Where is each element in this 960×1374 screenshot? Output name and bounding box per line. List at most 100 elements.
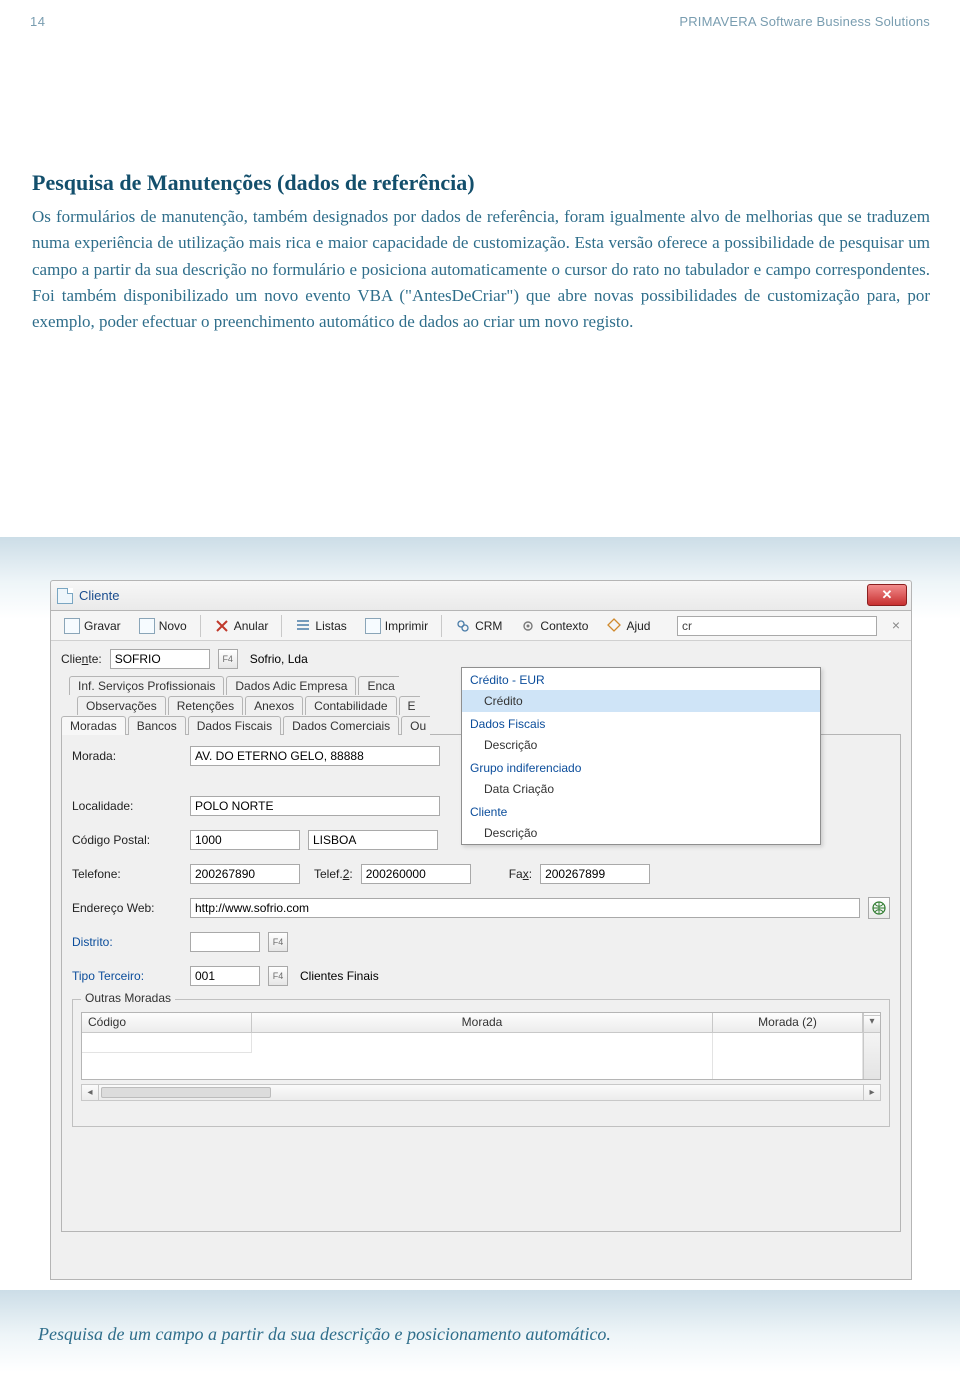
- suggest-group: Grupo indiferenciado: [462, 756, 820, 778]
- crm-button[interactable]: CRM: [448, 615, 509, 637]
- codigo-postal-input[interactable]: [190, 830, 300, 850]
- search-clear-button[interactable]: ×: [887, 617, 905, 635]
- btn-label: Ajud: [626, 619, 650, 633]
- document-icon: [57, 588, 73, 604]
- tab-moradas[interactable]: Moradas: [61, 716, 126, 735]
- telefone-input[interactable]: [190, 864, 300, 884]
- tab-inf-servicos[interactable]: Inf. Serviços Profissionais: [69, 676, 224, 695]
- localidade-label: Localidade:: [72, 799, 182, 813]
- codigo-postal-label: Código Postal:: [72, 833, 182, 847]
- suggest-group: Cliente: [462, 800, 820, 822]
- telefone2-input[interactable]: [361, 864, 471, 884]
- grid-vscroll[interactable]: ▴ ▾: [863, 1013, 880, 1032]
- tab-ou[interactable]: Ou: [401, 716, 430, 735]
- window-title: Cliente: [79, 588, 119, 603]
- tab-bancos[interactable]: Bancos: [128, 716, 186, 735]
- new-icon: [139, 618, 155, 634]
- scroll-down-icon[interactable]: ▾: [864, 1015, 880, 1032]
- fax-input[interactable]: [540, 864, 650, 884]
- scroll-thumb[interactable]: [101, 1087, 271, 1098]
- save-icon: [64, 618, 80, 634]
- page-number: 14: [30, 14, 45, 29]
- ajuda-button[interactable]: Ajud: [599, 615, 657, 637]
- morada-label: Morada:: [72, 749, 182, 763]
- scroll-left-icon[interactable]: ◂: [82, 1085, 99, 1100]
- col-codigo[interactable]: Código: [82, 1013, 252, 1032]
- grid-vscroll-body[interactable]: [863, 1033, 880, 1079]
- fax-label: Fax:: [509, 867, 532, 881]
- suggest-item-descricao-fiscais[interactable]: Descrição: [462, 734, 820, 756]
- close-button[interactable]: ✕: [867, 584, 907, 606]
- cell-codigo[interactable]: [82, 1033, 252, 1053]
- col-morada2[interactable]: Morada (2): [713, 1013, 863, 1032]
- article: Pesquisa de Manutenções (dados de referê…: [32, 170, 930, 336]
- article-heading: Pesquisa de Manutenções (dados de referê…: [32, 170, 930, 196]
- tab-e[interactable]: E: [399, 696, 420, 715]
- cliente-label: Cliente:: [61, 652, 102, 666]
- window-body: Gravar Novo Anular Listas: [50, 610, 912, 1280]
- tipo-terceiro-label[interactable]: Tipo Terceiro:: [72, 969, 182, 983]
- gravar-button[interactable]: Gravar: [57, 615, 128, 637]
- outras-moradas-legend: Outras Moradas: [81, 991, 175, 1005]
- tab-enca[interactable]: Enca: [358, 676, 398, 695]
- distrito-input[interactable]: [190, 932, 260, 952]
- tab-anexos[interactable]: Anexos: [245, 696, 303, 715]
- separator: [281, 615, 282, 637]
- grid-header: Código Morada Morada (2) ▴ ▾: [82, 1013, 880, 1033]
- list-icon: [295, 618, 311, 634]
- search-suggestions: Crédito - EUR Crédito Dados Fiscais Desc…: [461, 667, 821, 845]
- suggest-item-descricao-cliente[interactable]: Descrição: [462, 822, 820, 844]
- contexto-button[interactable]: Contexto: [513, 615, 595, 637]
- imprimir-button[interactable]: Imprimir: [358, 615, 435, 637]
- tab-dados-comerciais[interactable]: Dados Comerciais: [283, 716, 399, 735]
- btn-label: Gravar: [84, 619, 121, 633]
- tipo-terceiro-input[interactable]: [190, 966, 260, 986]
- novo-button[interactable]: Novo: [132, 615, 194, 637]
- distrito-label[interactable]: Distrito:: [72, 935, 182, 949]
- scroll-right-icon[interactable]: ▸: [863, 1085, 880, 1100]
- toolbar: Gravar Novo Anular Listas: [51, 611, 911, 641]
- tipo-terceiro-lookup-button[interactable]: F4: [268, 966, 288, 986]
- tab-contabilidade[interactable]: Contabilidade: [305, 696, 396, 715]
- codigo-postal-city-input[interactable]: [308, 830, 438, 850]
- suggest-item-credito[interactable]: Crédito: [462, 690, 820, 712]
- cell-morada[interactable]: [252, 1033, 713, 1079]
- gear-icon: [520, 618, 536, 634]
- localidade-input[interactable]: [190, 796, 440, 816]
- btn-label: Anular: [234, 619, 269, 633]
- suggest-group: Dados Fiscais: [462, 712, 820, 734]
- telefone-label: Telefone:: [72, 867, 182, 881]
- cliente-window: Cliente ✕ Gravar Novo Anular: [50, 580, 912, 1280]
- tab-retencoes[interactable]: Retenções: [168, 696, 243, 715]
- grid-hscroll[interactable]: ◂ ▸: [81, 1084, 881, 1101]
- open-url-button[interactable]: [868, 897, 890, 919]
- crm-icon: [455, 618, 471, 634]
- btn-label: Novo: [159, 619, 187, 633]
- tab-dados-fiscais[interactable]: Dados Fiscais: [188, 716, 281, 735]
- separator: [200, 615, 201, 637]
- telefone2-label: Telef.2:: [314, 867, 353, 881]
- table-row[interactable]: [82, 1033, 880, 1079]
- tab-dados-adic[interactable]: Dados Adic Empresa: [226, 676, 356, 695]
- distrito-lookup-button[interactable]: F4: [268, 932, 288, 952]
- endereco-web-label: Endereço Web:: [72, 901, 182, 915]
- suggest-group: Crédito - EUR: [462, 668, 820, 690]
- listas-button[interactable]: Listas: [288, 615, 353, 637]
- toolbar-search-input[interactable]: [677, 616, 877, 636]
- btn-label: Listas: [315, 619, 346, 633]
- suggest-item-data-criacao[interactable]: Data Criação: [462, 778, 820, 800]
- figure-caption: Pesquisa de um campo a partir da sua des…: [38, 1324, 930, 1345]
- page-brand: PRIMAVERA Software Business Solutions: [679, 14, 930, 29]
- anular-button[interactable]: Anular: [207, 615, 276, 637]
- cliente-name: [246, 649, 436, 669]
- col-morada[interactable]: Morada: [252, 1013, 713, 1032]
- outras-moradas-fieldset: Outras Moradas Código Morada Morada (2) …: [72, 999, 890, 1127]
- outras-moradas-grid[interactable]: Código Morada Morada (2) ▴ ▾: [81, 1012, 881, 1080]
- cliente-lookup-button[interactable]: F4: [218, 649, 238, 669]
- close-icon: ✕: [882, 587, 893, 602]
- morada-input[interactable]: [190, 746, 440, 766]
- cell-morada2[interactable]: [713, 1033, 863, 1079]
- endereco-web-input[interactable]: [190, 898, 860, 918]
- tab-observacoes[interactable]: Observações: [77, 696, 166, 715]
- cliente-code-input[interactable]: [110, 649, 210, 669]
